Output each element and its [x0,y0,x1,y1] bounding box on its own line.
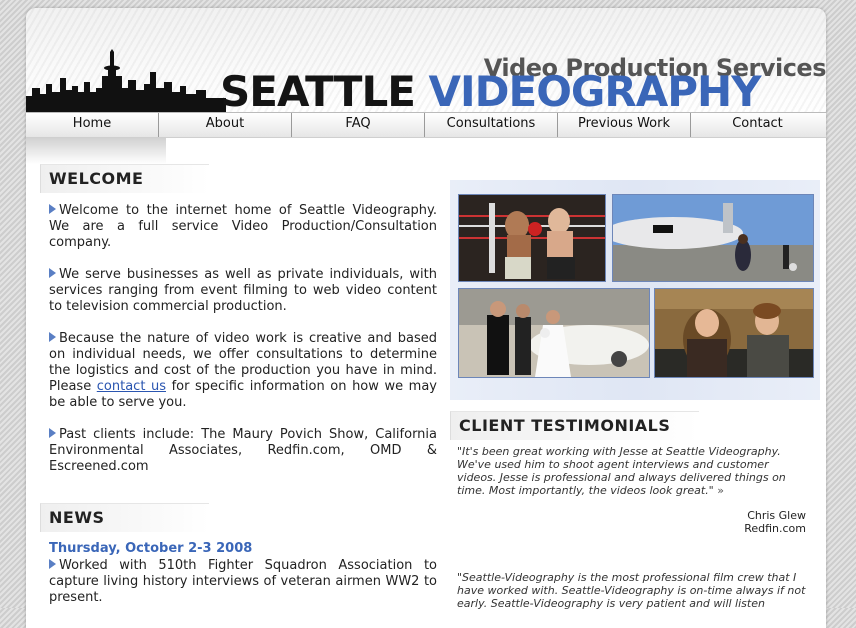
nav-faq[interactable]: FAQ [292,113,425,137]
airplane-image [613,195,813,281]
news-paragraph: Worked with 510th Fighter Squadron Assoc… [49,558,437,606]
testimonial-text-1: "It's been great working with Jesse at S… [457,445,786,497]
welcome-paragraph-3: Because the nature of video work is crea… [49,331,437,411]
bullet-arrow-icon [49,268,56,278]
author-company: Redfin.com [744,522,806,535]
interview-image [655,289,813,377]
nav-consultations[interactable]: Consultations [425,113,558,137]
welcome-heading: WELCOME [40,164,209,193]
welcome-paragraph-1: Welcome to the internet home of Seattle … [49,203,437,251]
photo-wedding-couple [458,288,650,378]
photo-interview-couple [654,288,814,378]
testimonials-heading: CLIENT TESTIMONIALS [450,411,699,440]
bullet-arrow-icon [49,559,56,569]
news-text: Worked with 510th Fighter Squadron Assoc… [49,558,437,605]
nav-about[interactable]: About [159,113,292,137]
page: Video Production Services SEATTLE VIDEOG… [26,8,826,628]
wedding-image [459,289,649,377]
testimonial-quote-2: "Seattle-Videography is the most profess… [457,571,807,610]
welcome-text-1: Welcome to the internet home of Seattle … [49,203,437,250]
site-logo-text[interactable]: SEATTLE VIDEOGRAPHY [220,67,762,116]
welcome-text-2: We serve businesses as well as private i… [49,267,437,314]
photo-boxing-match [458,194,606,282]
boxing-image [459,195,605,281]
author-name: Chris Glew [747,509,806,522]
skyline-reflection [26,138,166,164]
contact-us-link[interactable]: contact us [97,379,166,394]
past-clients-text: Past clients include: The Maury Povich S… [49,427,437,474]
seattle-skyline-logo [26,49,226,112]
news-heading: NEWS [40,503,209,532]
brand-word-seattle: SEATTLE [220,67,429,116]
nav-home[interactable]: Home [26,113,159,137]
testimonial-text-2: "Seattle-Videography is the most profess… [457,571,806,610]
bullet-arrow-icon [49,428,56,438]
photo-gallery [450,180,820,400]
bullet-arrow-icon [49,204,56,214]
main-nav: Home About FAQ Consultations Previous Wo… [26,112,826,138]
photo-airplane-strongman [612,194,814,282]
welcome-paragraph-4: Past clients include: The Maury Povich S… [49,427,437,475]
testimonial-author-1: Chris Glew Redfin.com [586,509,806,535]
nav-previous-work[interactable]: Previous Work [558,113,691,137]
news-date: Thursday, October 2-3 2008 [49,541,253,556]
welcome-paragraph-2: We serve businesses as well as private i… [49,267,437,315]
brand-word-videography: VIDEOGRAPHY [428,67,762,116]
nav-contact[interactable]: Contact [691,113,824,137]
site-header: Video Production Services SEATTLE VIDEOG… [26,8,826,116]
double-chevron-right-icon[interactable]: » [717,484,724,497]
testimonial-quote-1: "It's been great working with Jesse at S… [457,445,807,497]
bullet-arrow-icon [49,332,56,342]
